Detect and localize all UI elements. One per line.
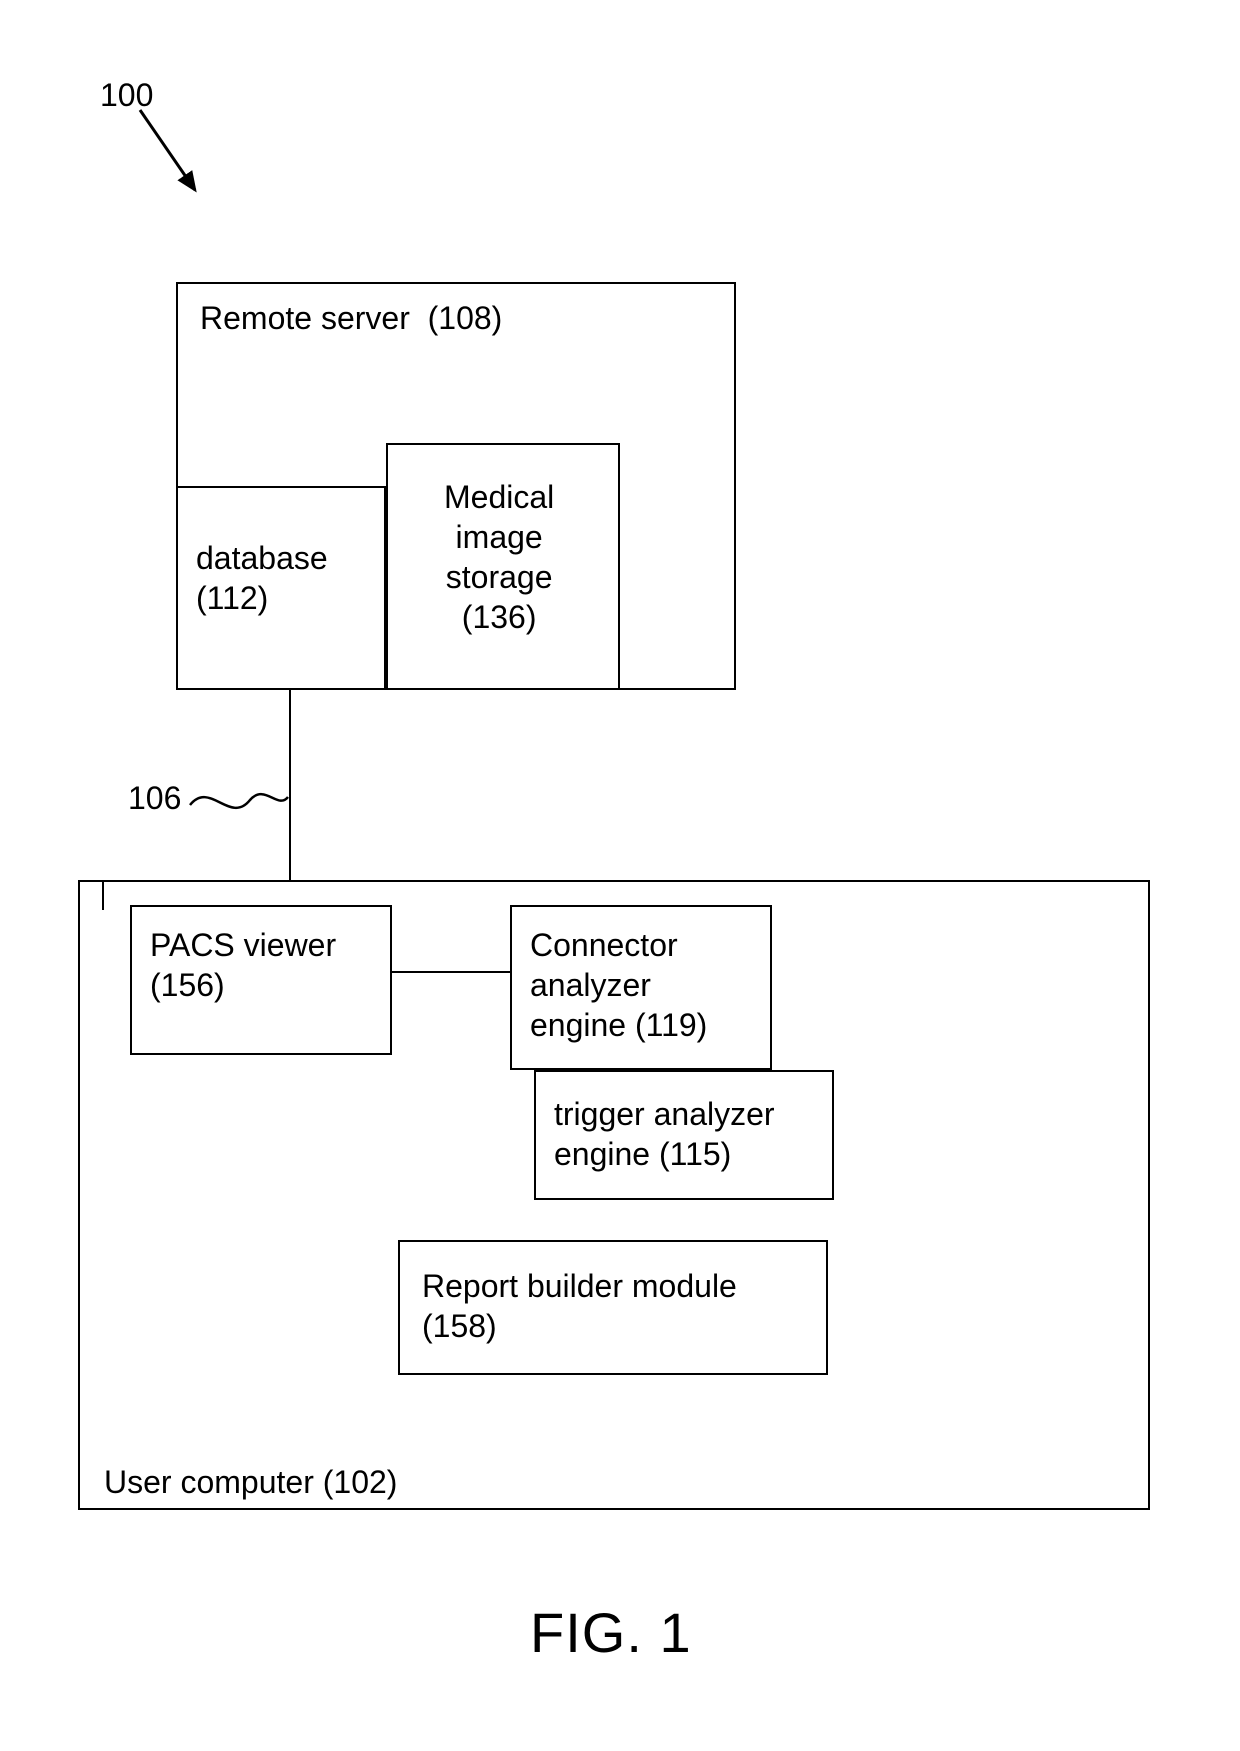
trigger-analyzer-label: trigger analyzer engine (115): [554, 1094, 775, 1174]
user-computer-title: User computer (102): [104, 1462, 397, 1502]
pacs-viewer-box: PACS viewer (156): [130, 905, 392, 1055]
database-box: database (112): [176, 486, 386, 690]
diagram-canvas: 100 Remote server (108) database (112) M…: [0, 0, 1240, 1751]
pacs-to-analyzer-line: [392, 970, 512, 974]
connector-analyzer-label: Connector analyzer engine (119): [530, 925, 707, 1045]
storage-box: Medical image storage (136): [386, 443, 620, 690]
figure-ref-label: 100: [100, 75, 153, 115]
database-label: database (112): [196, 538, 328, 618]
connector-analyzer-box: Connector analyzer engine (119): [510, 905, 772, 1070]
connection-ref-label: 106: [128, 778, 181, 818]
report-builder-label: Report builder module (158): [422, 1266, 737, 1346]
trigger-analyzer-box: trigger analyzer engine (115): [534, 1070, 834, 1200]
figure-caption: FIG. 1: [530, 1600, 692, 1665]
tick-mark: [102, 880, 104, 910]
connection-leader-icon: [190, 785, 290, 825]
remote-server-title: Remote server (108): [200, 298, 502, 338]
pacs-viewer-label: PACS viewer (156): [150, 925, 336, 1005]
storage-label: Medical image storage (136): [444, 477, 554, 637]
report-builder-box: Report builder module (158): [398, 1240, 828, 1375]
ref-arrow-icon: [140, 110, 220, 220]
